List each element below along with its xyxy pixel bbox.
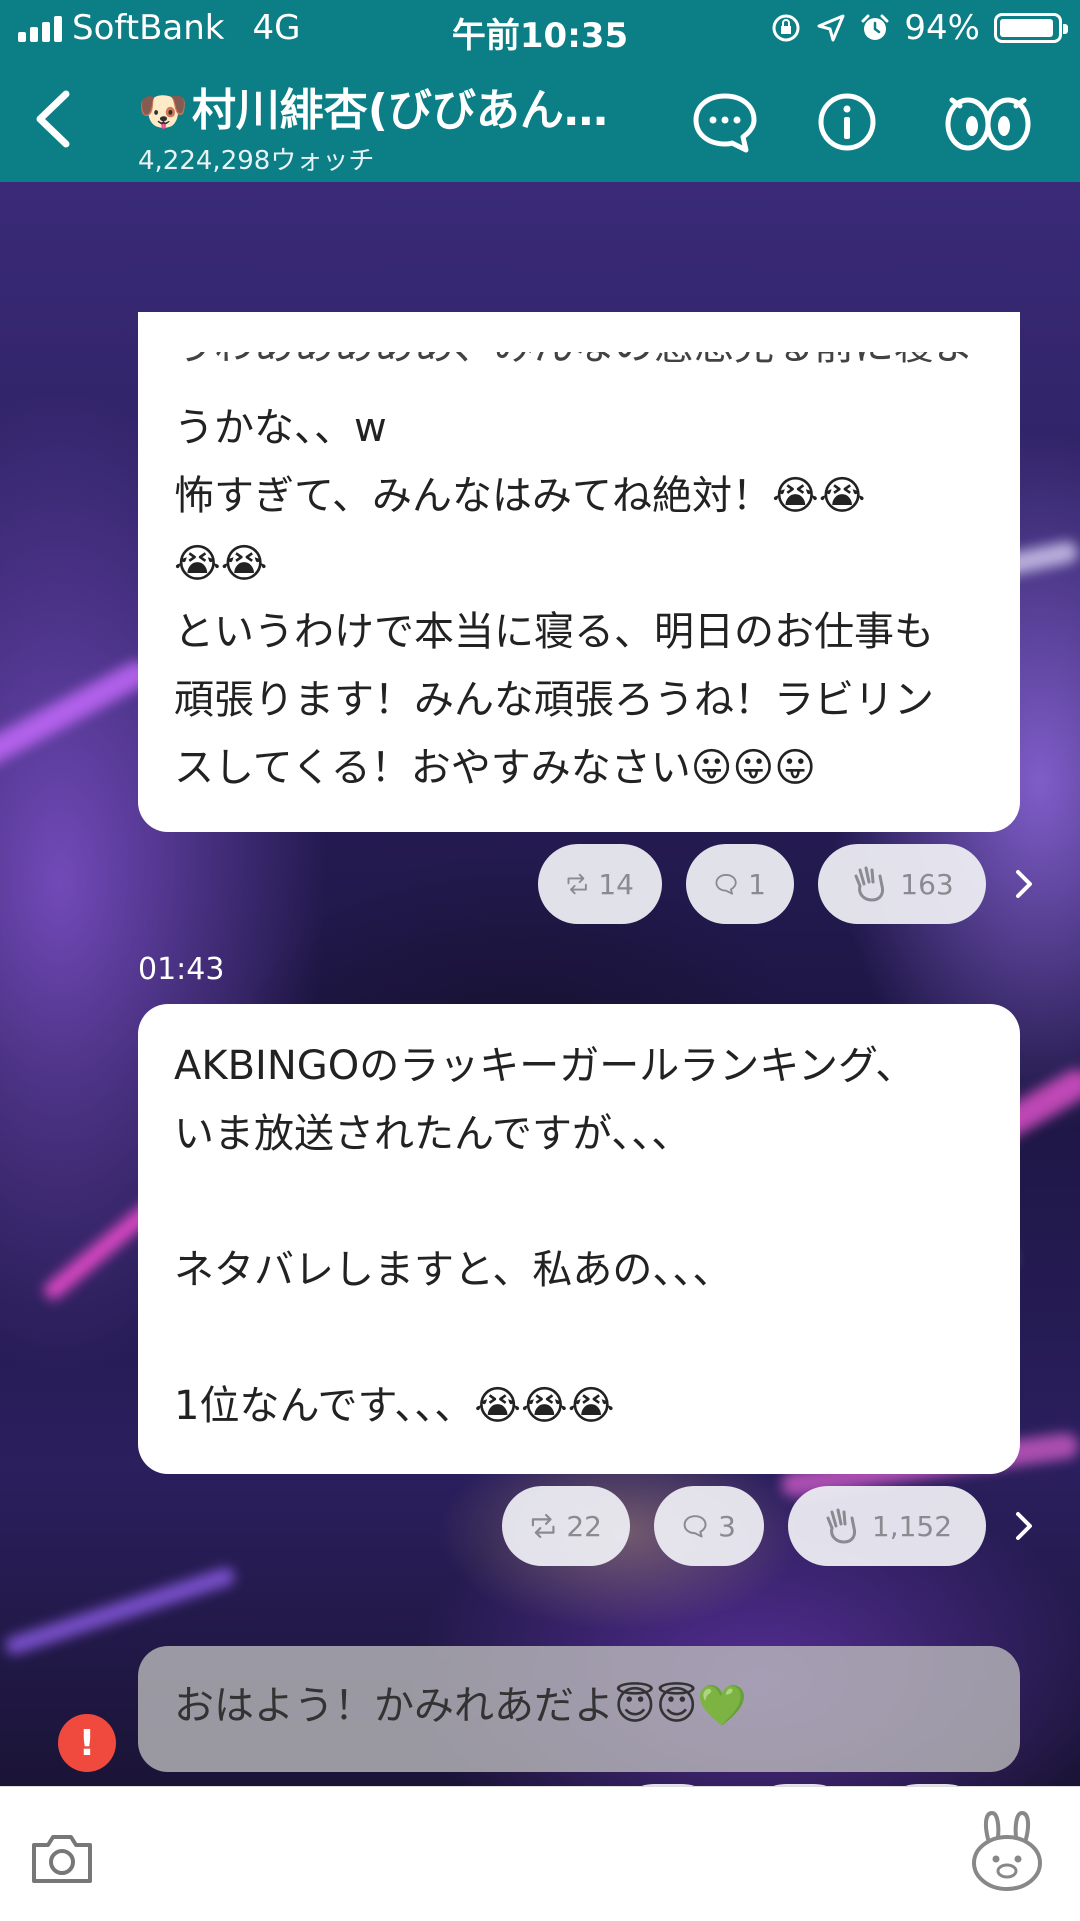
- battery-icon: [994, 13, 1068, 43]
- post-text-line: 😭😭: [174, 541, 268, 587]
- alarm-icon: [861, 14, 889, 40]
- comment-icon: [715, 874, 737, 895]
- comment-icon: [683, 1515, 707, 1538]
- battery-percent: 94%: [904, 8, 980, 48]
- post-text-line: うわあああああ、みんなの感想見る前に寝よ: [174, 323, 974, 369]
- repost-button[interactable]: 22: [502, 1486, 630, 1566]
- dog-emoji-icon: 🐶: [138, 89, 188, 135]
- post-text-line: 怖すぎて、みんなはみてね絶対！😭😭: [174, 473, 866, 519]
- reaction-row: 14 1 163: [538, 844, 1040, 924]
- post-text-line: うかな、、w: [174, 405, 387, 451]
- post-bubble[interactable]: AKBINGOのラッキーガールランキング、 いま放送されたんですが、、、 ネタバ…: [138, 1004, 1020, 1474]
- alert-badge[interactable]: !: [58, 1714, 116, 1772]
- post-text-line: [174, 1304, 984, 1372]
- watch-eyes-icon[interactable]: [938, 90, 1038, 154]
- rotation-lock-icon: [772, 14, 800, 42]
- clap-icon: [854, 866, 885, 902]
- post-text-line: 頑張ります！みんな頑張ろうね！ラビリン: [174, 677, 934, 723]
- repost-icon: [567, 873, 587, 895]
- chevron-right-icon[interactable]: [1010, 864, 1040, 904]
- post-text-line: ネタバレしますと、私あの、、、: [174, 1247, 733, 1293]
- post-text-line: いま放送されたんですが、、、: [174, 1111, 692, 1157]
- info-icon[interactable]: [812, 90, 882, 154]
- channel-name: 村川緋杏(びびあん…: [191, 85, 608, 136]
- clap-button[interactable]: 163: [818, 844, 986, 924]
- comment-count: 3: [718, 1509, 736, 1543]
- repost-count: 22: [566, 1509, 602, 1543]
- location-arrow-icon: [817, 14, 845, 42]
- comment-button[interactable]: 3: [654, 1486, 764, 1566]
- comment-count: 1: [748, 867, 766, 901]
- clap-icon: [826, 1508, 856, 1544]
- channel-title-block[interactable]: 🐶村川緋杏(びびあん… 4,224,298ウォッチ: [138, 74, 678, 177]
- comment-button[interactable]: 1: [686, 844, 794, 924]
- camera-icon[interactable]: [30, 1829, 94, 1887]
- chevron-right-icon[interactable]: [1010, 1506, 1040, 1546]
- post-timestamp: 01:43: [138, 952, 225, 987]
- background-photo: うわあああああ、みんなの感想見る前に寝よ うかな、、w 怖すぎて、みんなはみてね…: [0, 182, 1080, 1786]
- post-text-line: [174, 1168, 984, 1236]
- chat-bubble-icon[interactable]: [690, 90, 760, 154]
- post-bubble[interactable]: おはよう！かみれあだよ😇😇💚: [138, 1646, 1020, 1772]
- post-text-line: というわけで本当に寝る、明日のお仕事も: [174, 609, 934, 655]
- back-arrow-icon[interactable]: [26, 84, 86, 154]
- bottom-toolbar: [0, 1786, 1080, 1921]
- repost-button[interactable]: 14: [538, 844, 662, 924]
- clap-count: 1,152: [871, 1509, 953, 1543]
- status-bar: SoftBank 4G 午前10:35 94%: [0, 0, 1080, 60]
- reaction-row: 22 3 1,152: [502, 1486, 1040, 1566]
- repost-count: 14: [598, 867, 634, 901]
- channel-title: 🐶村川緋杏(びびあん…: [138, 74, 678, 138]
- post-text-line: 1位なんです、、、😭😭😭: [174, 1383, 615, 1429]
- clap-count: 163: [900, 867, 954, 901]
- post-text-line: スしてくる！おやすみなさい😛😛😛: [174, 745, 816, 791]
- watch-count: 4,224,298ウォッチ: [138, 146, 375, 176]
- app-header: 🐶村川緋杏(びびあん… 4,224,298ウォッチ: [0, 60, 1080, 182]
- bunny-icon[interactable]: [968, 1809, 1046, 1893]
- clap-button[interactable]: 1,152: [788, 1486, 986, 1566]
- post-text-line: AKBINGOのラッキーガールランキング、: [174, 1043, 916, 1089]
- post-text-line: おはよう！かみれあだよ😇😇💚: [174, 1683, 748, 1729]
- post-bubble[interactable]: うわあああああ、みんなの感想見る前に寝よ うかな、、w 怖すぎて、みんなはみてね…: [138, 312, 1020, 832]
- repost-icon: [531, 1513, 555, 1539]
